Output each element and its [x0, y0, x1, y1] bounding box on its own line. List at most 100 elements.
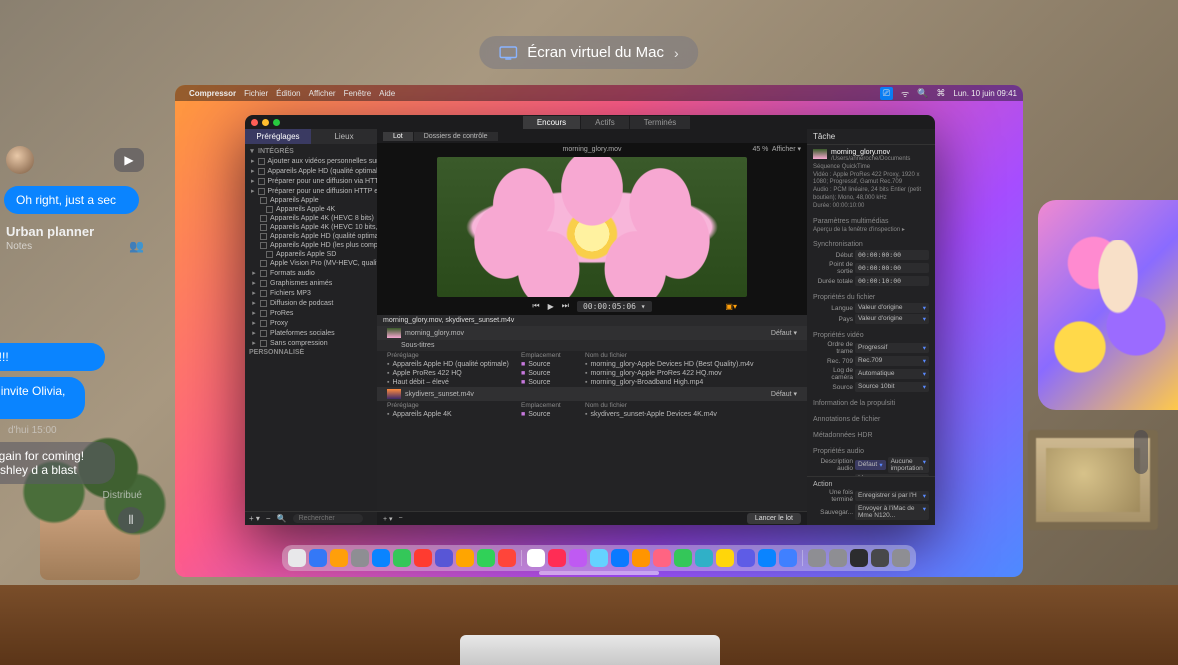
subseg-batch[interactable]: Lot [383, 132, 413, 141]
source-select[interactable]: Source 10bit [855, 382, 929, 392]
dock-app[interactable] [435, 549, 453, 567]
preset-item[interactable]: Appareils Apple HD (qualité optimale) [245, 232, 377, 241]
home-indicator[interactable] [539, 571, 659, 575]
audio-desc-b[interactable]: Aucune importation [888, 457, 929, 473]
seg-active[interactable]: Actifs [581, 116, 629, 129]
message-bubble[interactable]: fun!!! [0, 343, 105, 371]
preset-item[interactable]: ▸Proxy [245, 318, 377, 328]
seg-completed[interactable]: Terminés [630, 116, 690, 129]
tab-presets[interactable]: Préréglages [245, 129, 311, 144]
preset-item[interactable]: ▸Ajouter aux vidéos personnelles sur l'A… [245, 156, 377, 166]
preset-item[interactable]: Appareils Apple 4K (HEVC 10 bits, HLG...… [245, 223, 377, 232]
dictation-button[interactable]: ⦀ [118, 507, 144, 533]
presets-tree[interactable]: ▾INTÉGRÉS ▸Ajouter aux vidéos personnell… [245, 144, 377, 511]
menu-item[interactable]: Afficher [309, 89, 336, 98]
add-job-button[interactable]: + ▾ [383, 515, 393, 523]
dock-app[interactable] [351, 549, 369, 567]
dock-app[interactable] [716, 549, 734, 567]
spotlight-icon[interactable]: 🔍 [917, 88, 928, 99]
message-bubble[interactable]: Oh right, just a sec [4, 186, 139, 214]
in-point-field[interactable]: 00:00:00:00 [855, 250, 929, 260]
preset-item[interactable]: ▸Sans compression [245, 338, 377, 348]
camera-log-select[interactable]: Automatique [855, 369, 929, 379]
menubar[interactable]: Compressor Fichier Édition Afficher Fenê… [175, 85, 1023, 101]
next-button[interactable]: ⏭ [562, 301, 569, 311]
remove-job-button[interactable]: − [399, 515, 403, 522]
dock-app[interactable] [414, 549, 432, 567]
close-button[interactable] [251, 119, 258, 126]
preset-item[interactable]: Appareils Apple 4K (HEVC 8 bits) [245, 214, 377, 223]
subseg-watch[interactable]: Dossiers de contrôle [414, 132, 498, 141]
batch-group[interactable]: morning_glory.mov Défaut ▾ [377, 326, 807, 340]
preset-item[interactable]: ▸Préparer pour une diffusion HTTP en dir… [245, 186, 377, 196]
wifi-icon[interactable]: ᯤ [901, 87, 909, 100]
field-order-select[interactable]: Progressif [855, 343, 929, 353]
center-subseg[interactable]: Lot Dossiers de contrôle [383, 132, 498, 141]
preset-item[interactable]: ▸Diffusion de podcast [245, 298, 377, 308]
dock-app[interactable] [695, 549, 713, 567]
seg-current[interactable]: Encours [523, 116, 580, 129]
timecode-field[interactable]: 00:00:05:06 ▾ [577, 301, 652, 312]
photos-scroll[interactable] [1134, 430, 1148, 474]
minimize-button[interactable] [262, 119, 269, 126]
remove-button[interactable]: − [266, 514, 271, 523]
batch-row[interactable]: ▪ Haut débit – élevé■ Source▪ morning_gl… [377, 378, 807, 387]
message-bubble[interactable]: again for coming! Ashley d a blast [0, 442, 115, 484]
batch-group[interactable]: skydivers_sunset.m4v Défaut ▾ [377, 387, 807, 401]
dock-app[interactable] [892, 549, 910, 567]
dock-app[interactable] [372, 549, 390, 567]
tab-locations[interactable]: Lieux [311, 129, 377, 144]
preview-image[interactable] [437, 157, 747, 297]
dock-app[interactable] [808, 549, 826, 567]
dock-app[interactable] [527, 549, 545, 567]
dock-app[interactable] [871, 549, 889, 567]
dock-app[interactable] [632, 549, 650, 567]
batch-list[interactable]: morning_glory.mov, skydivers_sunset.m4v … [377, 315, 807, 511]
colorspace-select[interactable]: Rec.709 [855, 356, 929, 366]
dock-app[interactable] [498, 549, 516, 567]
preset-item[interactable]: Appareils Apple SD [245, 250, 377, 259]
add-button[interactable]: + ▾ [249, 514, 260, 523]
out-point-field[interactable]: 00:00:00:00 [855, 263, 929, 273]
contact-row[interactable]: Urban planner Notes 👥 [0, 220, 150, 257]
insp-preview-link[interactable]: Aperçu de la fenêtre d'inspection ▸ [813, 227, 929, 235]
preset-item[interactable]: ▸Formats audio [245, 268, 377, 278]
screen-mirroring-icon[interactable]: ⎚ [880, 87, 893, 100]
menu-item[interactable]: Aide [379, 89, 395, 98]
dock-app[interactable] [456, 549, 474, 567]
play-button[interactable]: ▶ [548, 302, 554, 311]
view-menu[interactable]: Afficher ▾ [772, 146, 801, 153]
preset-item[interactable]: ▸Appareils Apple HD (qualité optimale) [245, 166, 377, 176]
menu-item[interactable]: Fichier [244, 89, 268, 98]
dock-app[interactable] [309, 549, 327, 567]
preset-item[interactable]: Appareils Apple 4K [245, 205, 377, 214]
dock[interactable] [282, 545, 916, 571]
preset-item[interactable]: ▸Préparer pour une diffusion via HTTP en… [245, 176, 377, 186]
preset-item[interactable]: Apple Vision Pro (MV-HEVC, qualité élevé… [245, 259, 377, 268]
group-default[interactable]: Défaut ▾ [771, 390, 797, 398]
preset-item[interactable]: Appareils Apple HD (les plus compatibles… [245, 241, 377, 250]
dock-app[interactable] [829, 549, 847, 567]
control-center-icon[interactable]: ⌘ [936, 88, 945, 99]
start-batch-button[interactable]: Lancer le lot [747, 513, 801, 524]
menu-item[interactable]: Édition [276, 89, 300, 98]
search-input[interactable] [293, 514, 363, 523]
dock-app[interactable] [758, 549, 776, 567]
preset-item[interactable]: Appareils Apple [245, 196, 377, 205]
menubar-clock[interactable]: Lun. 10 juin 09:41 [953, 89, 1017, 98]
avatar[interactable] [6, 146, 34, 174]
virtual-display-pill[interactable]: Écran virtuel du Mac › [479, 36, 698, 69]
batch-row[interactable]: ▪ Apple ProRes 422 HQ■ Source▪ morning_g… [377, 369, 807, 378]
facetime-button[interactable]: ▶ [114, 148, 144, 172]
dock-app[interactable] [477, 549, 495, 567]
dock-app[interactable] [393, 549, 411, 567]
when-done-select[interactable]: Enregistrer si par l'H [855, 491, 929, 501]
app-menu[interactable]: Compressor [189, 89, 236, 98]
marker-button[interactable]: ▣▾ [725, 302, 737, 311]
batch-row[interactable]: ▪ Appareils Apple 4K■ Source▪ skydivers_… [377, 410, 807, 419]
zoom-button[interactable] [273, 119, 280, 126]
photos-card[interactable] [1038, 200, 1178, 410]
zoom-value[interactable]: 45 % [752, 146, 768, 153]
dock-app[interactable] [590, 549, 608, 567]
dock-app[interactable] [288, 549, 306, 567]
